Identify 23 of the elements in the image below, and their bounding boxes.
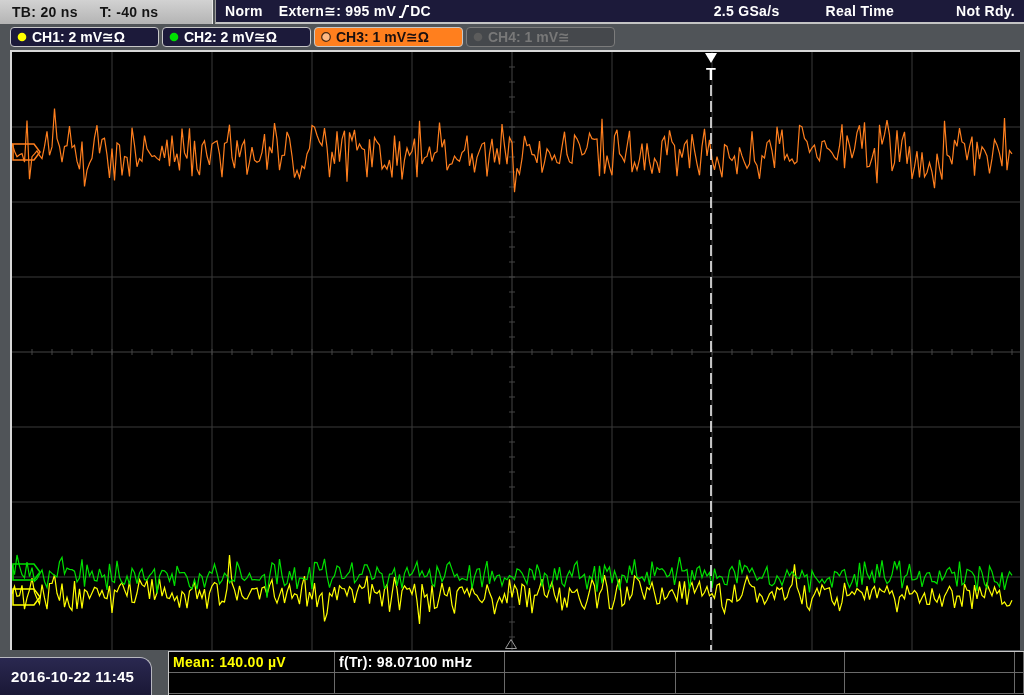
run-status: Not Rdy.: [956, 3, 1015, 19]
coupling-label: DC: [410, 3, 431, 19]
sample-rate: 2.5 GSa/s: [713, 3, 780, 19]
measurement-value: f(Tr): 98.07100 mHz: [339, 654, 473, 670]
timebase-label: TB: 20 ns: [12, 4, 78, 20]
rising-edge-icon: [399, 4, 410, 18]
position-marker-icon: [505, 639, 517, 649]
channel-tab[interactable]: CH2: 2 mV≅Ω: [162, 27, 311, 47]
trigger-marker-icon[interactable]: [705, 53, 717, 63]
level-marker-icon[interactable]: [12, 143, 41, 161]
trigger-offset: T: -40 ns: [99, 4, 159, 20]
channel-dot-icon: [321, 32, 331, 42]
trigger-source: Extern≅: 995 mV: [278, 3, 397, 19]
channel-tab[interactable]: CH3: 1 mV≅Ω: [314, 27, 463, 47]
acquisition-mode: Real Time: [825, 3, 895, 19]
table-cell: [1015, 673, 1024, 694]
trigger-mode: Norm: [225, 3, 263, 19]
table-cell: [1015, 652, 1024, 673]
date-time-display: 2016-10-22 11:45: [0, 657, 152, 695]
level-marker-icon[interactable]: [12, 563, 41, 581]
measurement-value: Mean: 140.00 µV: [173, 654, 286, 670]
trigger-label: T: [706, 66, 716, 83]
channel-tab[interactable]: CH1: 2 mV≅Ω: [10, 27, 159, 47]
